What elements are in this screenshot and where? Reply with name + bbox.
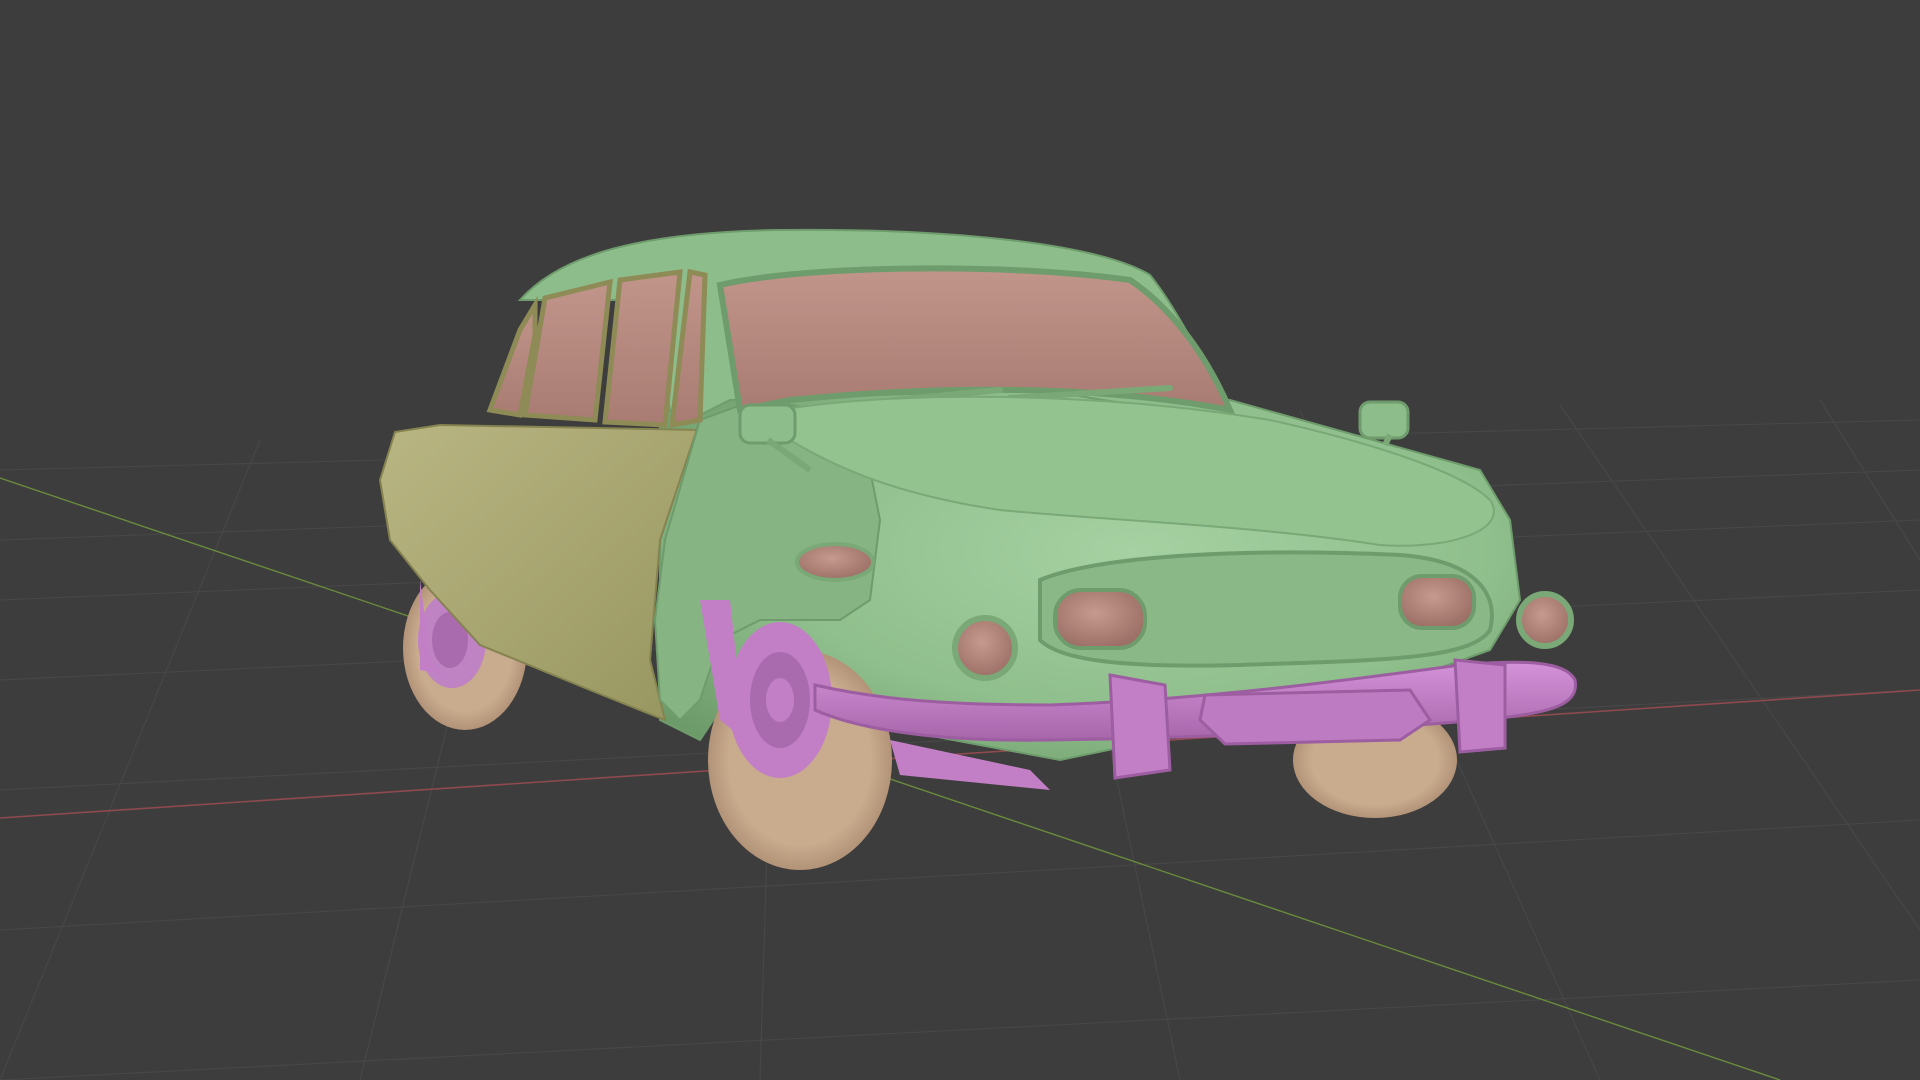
license-plate-mount <box>1198 688 1433 746</box>
right-mirror <box>1358 400 1410 447</box>
viewport-scene[interactable] <box>0 0 1920 1080</box>
bumper-guard-right <box>1453 658 1507 754</box>
side-marker-lamp <box>795 542 875 582</box>
headlight-left <box>1053 588 1147 650</box>
side-windows <box>486 269 708 429</box>
fog-lamp-left <box>952 615 1018 681</box>
car-model[interactable] <box>378 228 1578 870</box>
bumper-guard-left <box>1108 673 1172 780</box>
fog-lamp-right <box>1516 591 1574 649</box>
headlight-right <box>1398 574 1476 630</box>
3d-viewport[interactable] <box>0 0 1920 1080</box>
